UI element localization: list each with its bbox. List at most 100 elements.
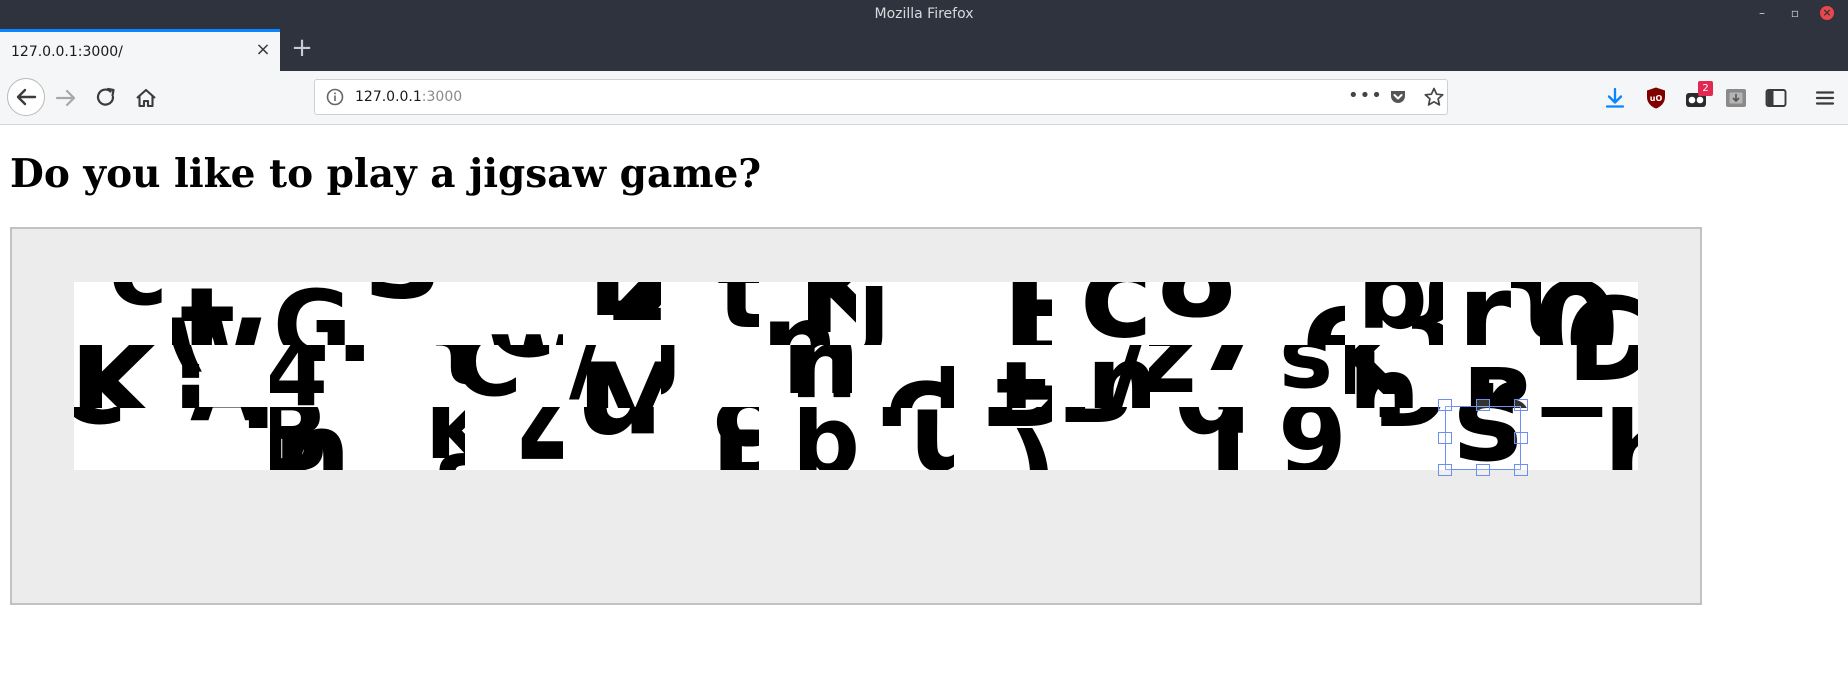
- puzzle-piece[interactable]: K: [74, 345, 172, 408]
- pocket-icon[interactable]: [1389, 88, 1407, 106]
- glyph-fragment: c: [486, 345, 557, 385]
- tab-close-icon[interactable]: ×: [254, 41, 272, 59]
- puzzle-piece[interactable]: j: [856, 282, 954, 345]
- maximize-icon[interactable]: ▫: [1788, 6, 1802, 20]
- forward-button[interactable]: [49, 81, 83, 115]
- selected-piece-outline[interactable]: [1445, 406, 1521, 470]
- puzzle-piece[interactable]: u: [563, 407, 661, 470]
- piece-fragment: wt: [172, 282, 265, 345]
- puzzle-piece[interactable]: 8B: [661, 407, 759, 470]
- back-button[interactable]: [7, 78, 45, 116]
- puzzle-piece[interactable]: zh: [1540, 407, 1638, 470]
- puzzle-piece[interactable]: cD: [856, 345, 954, 408]
- piece-fragment: m/: [1086, 345, 1150, 408]
- puzzle-piece[interactable]: w: [465, 282, 563, 345]
- reload-button[interactable]: [89, 81, 123, 115]
- tab-localhost[interactable]: 127.0.0.1:3000/ ×: [0, 29, 280, 71]
- puzzle-piece[interactable]: )B: [954, 407, 1052, 470]
- resize-handle[interactable]: [1476, 399, 1490, 411]
- minimize-icon[interactable]: –: [1755, 6, 1769, 20]
- resize-handle[interactable]: [1514, 432, 1528, 444]
- glyph-fragment: t: [180, 282, 235, 345]
- puzzle-piece[interactable]: s: [367, 282, 465, 345]
- puzzle-piece[interactable]: nK: [758, 282, 856, 345]
- puzzle-piece[interactable]: {r: [1443, 282, 1541, 345]
- puzzle-piece[interactable]: Cc: [465, 345, 563, 408]
- puzzle-piece[interactable]: t: [661, 282, 759, 345]
- piece-fragment: c: [74, 407, 128, 452]
- resize-handle[interactable]: [1438, 464, 1452, 476]
- ublock-icon[interactable]: uO: [1643, 85, 1669, 111]
- glyph-fragment: P: [874, 407, 944, 449]
- puzzle-piece[interactable]: 4: [465, 407, 563, 470]
- puzzle-piece[interactable]: e: [1247, 282, 1345, 345]
- puzzle-piece[interactable]: c: [74, 282, 172, 345]
- puzzle-piece[interactable]: M/: [563, 345, 661, 408]
- puzzle-piece[interactable]: zB: [563, 282, 661, 345]
- puzzle-piece[interactable]: b: [758, 407, 856, 470]
- new-tab-icon[interactable]: +: [290, 35, 314, 61]
- glyph-fragment: B: [1001, 282, 1052, 345]
- puzzle-piece[interactable]: hh: [758, 345, 856, 408]
- puzzle-piece[interactable]: G: [270, 282, 368, 345]
- page-actions-icon[interactable]: •••: [1348, 85, 1383, 106]
- resize-handle[interactable]: [1514, 464, 1528, 476]
- piece-fragment: w: [488, 298, 563, 345]
- glyph-fragment: s: [367, 282, 440, 328]
- resize-handle[interactable]: [1438, 399, 1452, 411]
- puzzle-piece[interactable]: B: [954, 282, 1052, 345]
- puzzle-piece[interactable]: j(: [172, 345, 270, 408]
- piece-fragment: 8: [1155, 282, 1239, 345]
- puzzle-piece[interactable]: {: [367, 345, 465, 408]
- screenshot-extension-icon[interactable]: [1723, 85, 1749, 111]
- puzzle-piece[interactable]: wt: [172, 282, 270, 345]
- puzzle-piece[interactable]: s: [1247, 345, 1345, 408]
- puzzle-piece[interactable]: {b: [1345, 282, 1443, 345]
- puzzle-piece[interactable]: c: [1052, 282, 1150, 345]
- puzzle-piece[interactable]: jd: [1149, 407, 1247, 470]
- puzzle-piece[interactable]: Kh: [1345, 345, 1443, 408]
- resize-handle[interactable]: [1514, 399, 1528, 411]
- site-info-icon[interactable]: [326, 88, 344, 106]
- puzzle-piece[interactable]: D: [1540, 345, 1638, 408]
- bookmark-star-icon[interactable]: [1423, 86, 1445, 108]
- puzzle-piece[interactable]: C0: [1540, 282, 1638, 345]
- puzzle-piece[interactable]: uP: [856, 407, 954, 470]
- resize-handle[interactable]: [1476, 464, 1490, 476]
- puzzle-piece[interactable]: Dr: [1345, 407, 1443, 470]
- glyph-fragment: t: [717, 282, 759, 345]
- home-button[interactable]: [129, 81, 163, 115]
- glyph-fragment: B: [710, 407, 759, 470]
- puzzle-piece[interactable]: j: [661, 345, 759, 408]
- piece-fragment: cD: [885, 345, 954, 408]
- piece-fragment: e: [1302, 282, 1345, 345]
- page-title: Do you like to play a jigsaw game?: [10, 151, 762, 197]
- puzzle-piece[interactable]: zt: [954, 345, 1052, 408]
- puzzle-piece[interactable]: c: [74, 407, 172, 470]
- puzzle-piece[interactable]: m /: [1052, 345, 1150, 408]
- piece-fragment: zh: [1540, 407, 1638, 470]
- piece-fragment: c: [1080, 282, 1150, 345]
- sidebar-icon[interactable]: [1763, 85, 1789, 111]
- glyph-fragment: z: [1540, 407, 1608, 447]
- piece-fragment: )B: [977, 407, 1052, 470]
- puzzle-piece[interactable]: 4n: [270, 345, 368, 408]
- resize-handle[interactable]: [1438, 432, 1452, 444]
- hamburger-menu-icon[interactable]: [1812, 85, 1838, 111]
- piece-fragment: u: [574, 407, 661, 463]
- close-window-icon[interactable]: ×: [1820, 6, 1834, 20]
- puzzle-piece[interactable]: z7: [1149, 345, 1247, 408]
- glyph-fragment: h: [1348, 345, 1421, 408]
- glyph-fragment: K: [797, 282, 856, 345]
- puzzle-piece[interactable]: 9: [1247, 407, 1345, 470]
- puzzle-piece[interactable]: 8: [1149, 282, 1247, 345]
- puzzle-piece[interactable]: Bn: [270, 407, 368, 470]
- download-icon[interactable]: [1602, 85, 1628, 111]
- puzzle-piece[interactable]: sk: [367, 407, 465, 470]
- puzzle-piece[interactable]: B: [1052, 407, 1150, 470]
- piece-fragment: {r: [1458, 282, 1541, 345]
- url-bar[interactable]: 127.0.0.1:3000 •••: [314, 79, 1448, 115]
- glyph-fragment: j: [856, 282, 890, 345]
- puzzle-piece[interactable]: nA: [172, 407, 270, 470]
- glyph-fragment: n: [273, 407, 351, 470]
